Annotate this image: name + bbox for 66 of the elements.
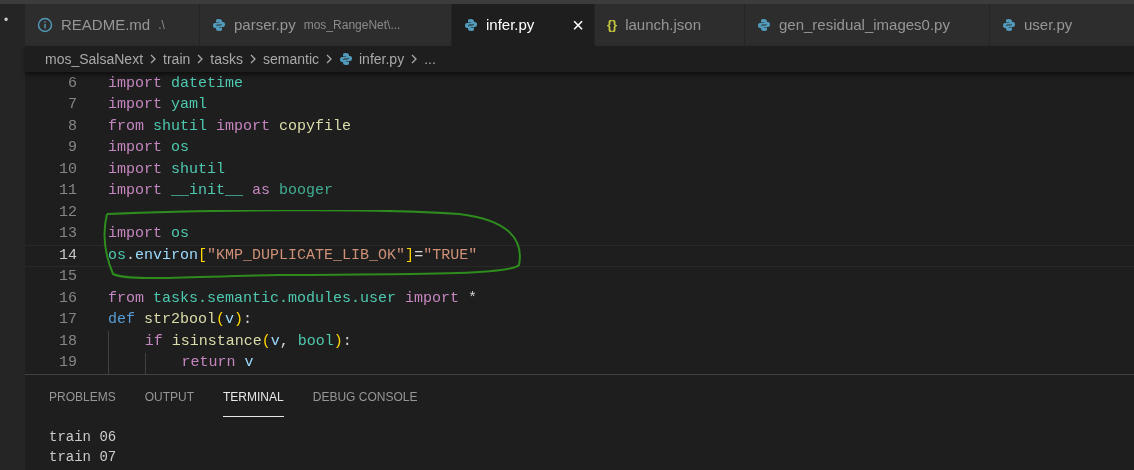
- activity-marker: •: [4, 12, 9, 29]
- editor-tab[interactable]: gen_residual_images0.py: [745, 4, 990, 46]
- code-line: from shutil import copyfile: [108, 116, 352, 137]
- tab-label: infer.py: [486, 14, 535, 35]
- editor-tab[interactable]: user.py: [990, 4, 1134, 46]
- line-number: 11: [58, 181, 77, 201]
- tab-description: .\: [158, 17, 165, 34]
- python-icon: [339, 52, 353, 66]
- tab-description: mos_RangeNet\...: [303, 17, 401, 34]
- line-number: 15: [58, 267, 77, 287]
- python-icon: [1002, 18, 1016, 32]
- code-line: import __init__ as booger: [108, 181, 334, 201]
- tab-label: launch.json: [625, 14, 701, 35]
- code-line: import yaml: [108, 95, 208, 115]
- code-line: return v: [181, 353, 254, 373]
- line-number: 9: [67, 138, 77, 158]
- breadcrumb-item[interactable]: train: [163, 48, 191, 70]
- code-line: def str2bool(v):: [108, 310, 253, 330]
- code-line: from tasks.semantic.modules.user import *: [108, 288, 478, 309]
- editor-tab[interactable]: README.md .\: [25, 4, 200, 46]
- breadcrumb-item[interactable]: infer.py: [359, 48, 405, 70]
- tab-label: README.md: [61, 14, 151, 35]
- python-icon: [212, 18, 226, 32]
- chevron-icon: [149, 53, 158, 65]
- line-number: 18: [58, 331, 77, 352]
- line-number: 19: [58, 353, 77, 373]
- editor-tab[interactable]: parser.py mos_RangeNet\...: [200, 4, 452, 46]
- breadcrumb-item[interactable]: semantic: [262, 48, 319, 70]
- line-number: 16: [58, 288, 77, 309]
- code-line: import os: [108, 224, 190, 244]
- panel-tab[interactable]: OUTPUT: [144, 375, 195, 417]
- python-icon: [757, 18, 771, 32]
- breadcrumb-item[interactable]: ...: [424, 48, 436, 70]
- chevron-icon: [325, 53, 333, 65]
- code-line: os.environ["KMP_DUPLICATE_LIB_OK"]="TRUE": [108, 245, 478, 266]
- code-line: import datetime: [108, 73, 244, 94]
- chevron-icon: [248, 53, 257, 65]
- terminal-line: train 06: [49, 428, 117, 447]
- tab-label: user.py: [1024, 14, 1073, 35]
- tab-label: parser.py: [234, 14, 296, 35]
- chevron-icon: [196, 53, 205, 65]
- line-number: 12: [58, 202, 77, 223]
- code-line: import os: [108, 138, 190, 158]
- editor-tab[interactable]: {} launch.json: [595, 4, 745, 46]
- line-number: 17: [58, 310, 77, 330]
- tab-label: gen_residual_images0.py: [779, 14, 950, 35]
- code-line: if isinstance(v, bool):: [144, 331, 352, 352]
- panel-tab[interactable]: TERMINAL: [223, 375, 284, 417]
- line-number: 8: [67, 116, 77, 137]
- breadcrumb-item[interactable]: mos_SalsaNext: [45, 48, 144, 70]
- code-line: import shutil: [108, 159, 226, 180]
- line-number: 13: [58, 224, 77, 244]
- line-number: 14: [58, 245, 77, 266]
- editor-tab[interactable]: infer.py ×: [452, 4, 595, 46]
- line-number: 10: [58, 159, 77, 180]
- panel-tab[interactable]: PROBLEMS: [49, 375, 116, 417]
- terminal-line: train 07: [49, 448, 117, 467]
- python-icon: [464, 18, 478, 32]
- braces-icon: {}: [607, 15, 618, 35]
- close-icon[interactable]: ×: [572, 15, 584, 35]
- breadcrumb-item[interactable]: tasks: [210, 48, 243, 70]
- panel-tab[interactable]: DEBUG CONSOLE: [312, 375, 418, 417]
- info-icon: [37, 17, 53, 33]
- line-number: 6: [67, 73, 77, 94]
- chevron-icon: [410, 53, 419, 65]
- line-number: 7: [67, 95, 77, 115]
